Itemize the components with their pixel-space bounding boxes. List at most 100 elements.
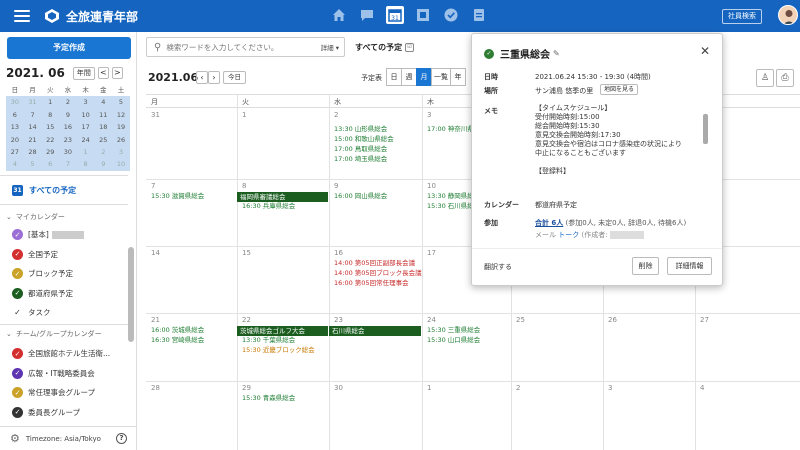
mini-next-button[interactable]: > <box>111 67 123 79</box>
mini-calendar-day[interactable]: 3 <box>112 145 130 159</box>
sidebar-calendar-item[interactable]: ✓ 都道府県予定 <box>12 287 73 299</box>
calendar-event[interactable]: 13:30 山形県総会 <box>334 125 387 134</box>
mini-calendar-day[interactable]: 21 <box>23 133 42 146</box>
year-view-button[interactable]: 年間 <box>72 66 95 80</box>
day-number[interactable]: 21 <box>151 316 160 324</box>
mini-calendar-day[interactable]: 14 <box>23 121 42 134</box>
check-circle-icon[interactable]: ✓ <box>12 348 23 359</box>
mini-calendar-day[interactable]: 3 <box>76 96 95 109</box>
calendar-event[interactable]: 15:30 滋賀県総会 <box>151 192 204 201</box>
mini-calendar-day[interactable]: 9 <box>94 158 113 171</box>
day-number[interactable]: 3 <box>427 111 431 119</box>
mini-calendar-day[interactable]: 8 <box>41 108 60 122</box>
member-search-button[interactable]: 社員検索 <box>722 9 762 24</box>
calendar-event[interactable]: 16:00 岡山県総会 <box>334 192 387 201</box>
check-circle-icon[interactable]: ✓ <box>12 248 23 260</box>
mini-calendar-day[interactable]: 17 <box>76 121 95 134</box>
sidebar-calendar-item[interactable]: ✓ 全国予定 <box>12 248 58 260</box>
mini-calendar-day[interactable]: 30 <box>59 145 77 159</box>
help-icon[interactable]: ? <box>116 433 127 444</box>
my-calendar-section[interactable]: ⌄ マイカレンダー <box>6 212 65 222</box>
check-circle-icon[interactable]: ✓ <box>12 406 23 418</box>
mini-calendar-day[interactable]: 16 <box>59 121 77 134</box>
mini-calendar-day[interactable]: 10 <box>112 158 130 171</box>
day-number[interactable]: 17 <box>427 249 436 257</box>
calendar-event[interactable]: 17:00 鳥取県総会 <box>334 145 387 154</box>
mini-calendar-day[interactable]: 1 <box>76 145 95 159</box>
mini-calendar-day[interactable]: 4 <box>94 96 113 109</box>
share-icon[interactable]: ♙ <box>756 69 774 87</box>
sidebar-calendar-item[interactable]: ✓ 広報・IT戦略委員会 <box>12 367 95 379</box>
mini-calendar-day[interactable]: 6 <box>41 158 60 171</box>
print-icon[interactable]: ⎙ <box>776 69 794 87</box>
day-number[interactable]: 1 <box>427 384 431 392</box>
sidebar-calendar-item[interactable]: ✓ 常任理事会グループ <box>12 387 95 398</box>
message-icon[interactable] <box>358 6 376 24</box>
delete-button[interactable]: 削除 <box>632 257 659 275</box>
attend-total-link[interactable]: 合計 6人 <box>535 219 563 227</box>
mini-calendar-day[interactable]: 2 <box>94 145 113 159</box>
mini-calendar-day[interactable]: 4 <box>6 158 24 171</box>
mini-calendar-day[interactable]: 9 <box>59 108 77 122</box>
mini-prev-button[interactable]: < <box>97 67 109 79</box>
mini-calendar-day[interactable]: 23 <box>59 133 77 146</box>
mini-calendar-day[interactable]: 7 <box>23 108 42 122</box>
view-day-button[interactable]: 日 <box>386 68 402 86</box>
calendar-event[interactable]: 13:30 千葉県総会 <box>242 336 295 345</box>
check-icon[interactable]: ✓ <box>12 308 23 317</box>
calendar-event[interactable]: 14:00 第05回正副部長会議 <box>334 259 415 268</box>
map-button[interactable]: 地図を見る <box>600 84 639 95</box>
mini-calendar-day[interactable]: 31 <box>23 96 42 109</box>
day-number[interactable]: 1 <box>242 111 246 119</box>
sidebar-calendar-item[interactable]: ✓ [基本] <box>12 229 84 240</box>
mini-calendar-day[interactable]: 12 <box>112 108 130 122</box>
day-number[interactable]: 7 <box>151 182 155 190</box>
talk-link[interactable]: トーク <box>558 231 579 239</box>
day-number[interactable]: 30 <box>334 384 343 392</box>
day-number[interactable]: 25 <box>516 316 525 324</box>
calendar-event[interactable]: 福岡県審議総会 <box>237 192 328 202</box>
calendar-event[interactable]: 15:30 近畿ブロック総会 <box>242 346 315 355</box>
approval-icon[interactable] <box>442 6 460 24</box>
sidebar-calendar-item[interactable]: ✓ 委員長グループ <box>12 406 80 418</box>
search-input[interactable] <box>166 42 307 52</box>
day-number[interactable]: 9 <box>334 182 338 190</box>
mini-calendar-day[interactable]: 24 <box>76 133 95 146</box>
mini-calendar-day[interactable]: 18 <box>94 121 113 134</box>
day-number[interactable]: 3 <box>608 384 612 392</box>
day-number[interactable]: 8 <box>242 182 246 190</box>
details-button[interactable]: 詳細情報 <box>667 257 712 275</box>
view-list-button[interactable]: 一覧 <box>431 68 451 86</box>
create-schedule-button[interactable]: 予定作成 <box>7 37 131 59</box>
avatar[interactable] <box>778 5 798 25</box>
mini-calendar-day[interactable]: 27 <box>6 145 24 159</box>
task-icon[interactable] <box>470 6 488 24</box>
mini-calendar-day[interactable]: 11 <box>94 108 113 122</box>
sidebar-item-all-schedule[interactable]: 31 すべての予定 <box>12 185 76 196</box>
mail-link[interactable]: メール <box>535 231 556 239</box>
menu-icon[interactable] <box>14 10 30 22</box>
team-calendar-section[interactable]: ⌄ チーム/グループカレンダー <box>6 329 102 339</box>
calendar-icon[interactable]: 31 <box>386 6 404 24</box>
view-week-button[interactable]: 週 <box>401 68 417 86</box>
check-circle-icon[interactable]: ✓ <box>12 287 23 299</box>
mini-calendar-day[interactable]: 2 <box>59 96 77 109</box>
sidebar-calendar-item[interactable]: ✓ 全国旅館ホテル生活衛... <box>12 348 110 359</box>
next-month-button[interactable]: › <box>208 71 220 84</box>
mini-calendar-day[interactable]: 19 <box>112 121 130 134</box>
view-month-button[interactable]: 月 <box>416 68 432 86</box>
day-number[interactable]: 15 <box>242 249 251 257</box>
check-circle-icon[interactable]: ✓ <box>12 229 23 240</box>
calendar-event[interactable]: 15:30 三重県総会 <box>427 326 480 335</box>
calendar-event[interactable]: 15:30 青森県総会 <box>242 394 295 403</box>
home-icon[interactable] <box>330 6 348 24</box>
calendar-event[interactable]: 16:30 兵庫県総会 <box>242 202 295 211</box>
day-number[interactable]: 26 <box>608 316 617 324</box>
check-circle-icon[interactable]: ✓ <box>12 367 23 379</box>
mini-calendar-day[interactable]: 28 <box>23 145 42 159</box>
gear-icon[interactable]: ⚙ <box>10 432 20 445</box>
calendar-event[interactable]: 15:30 山口県総会 <box>427 336 480 345</box>
check-circle-icon[interactable]: ✓ <box>12 268 23 279</box>
calendar-event[interactable]: 石川県総会 <box>329 326 421 336</box>
day-number[interactable]: 2 <box>334 111 338 119</box>
